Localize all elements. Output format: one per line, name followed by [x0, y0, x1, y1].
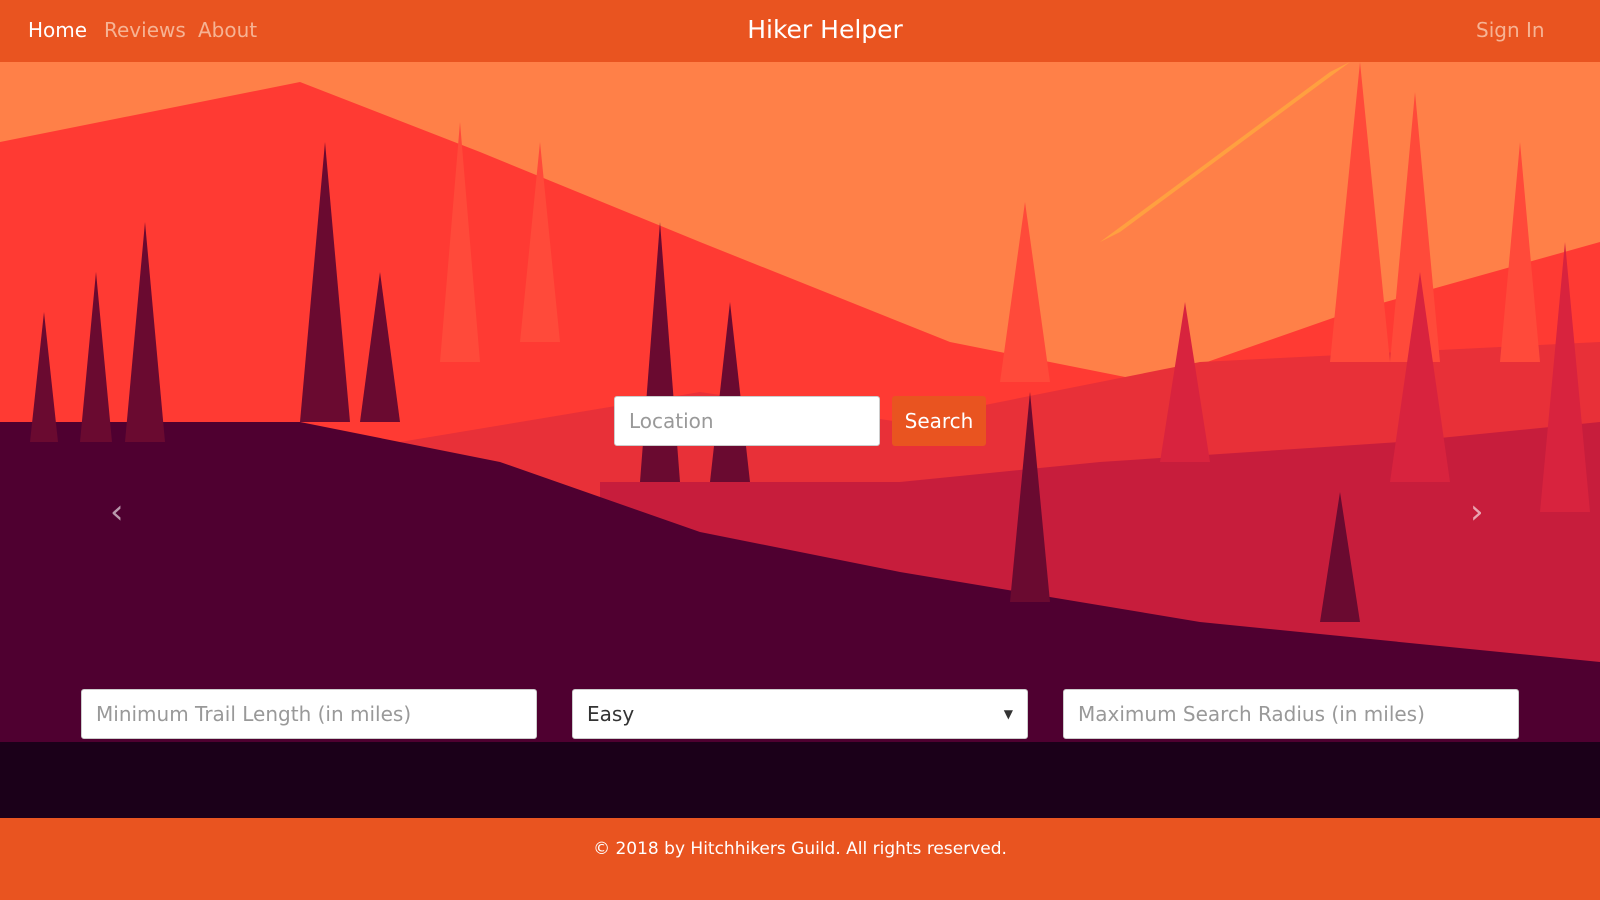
caret-down-icon: ▼ — [1003, 707, 1013, 721]
chevron-left-icon[interactable]: ‹ — [110, 492, 124, 532]
chevron-right-icon[interactable]: › — [1470, 492, 1484, 532]
footer: © 2018 by Hitchhikers Guild. All rights … — [0, 818, 1600, 900]
footer-copyright: © 2018 by Hitchhikers Guild. All rights … — [593, 839, 1007, 859]
difficulty-select[interactable]: Easy ▼ — [572, 689, 1028, 739]
search-button[interactable]: Search — [892, 396, 986, 446]
sign-in-link[interactable]: Sign In — [1476, 18, 1545, 42]
max-search-radius-input[interactable] — [1063, 689, 1519, 739]
min-trail-length-input[interactable] — [81, 689, 537, 739]
navbar: Home Reviews About Hiker Helper Sign In — [0, 0, 1600, 62]
difficulty-value: Easy — [587, 702, 635, 726]
brand-title[interactable]: Hiker Helper — [0, 15, 1600, 44]
location-input[interactable] — [614, 396, 880, 446]
